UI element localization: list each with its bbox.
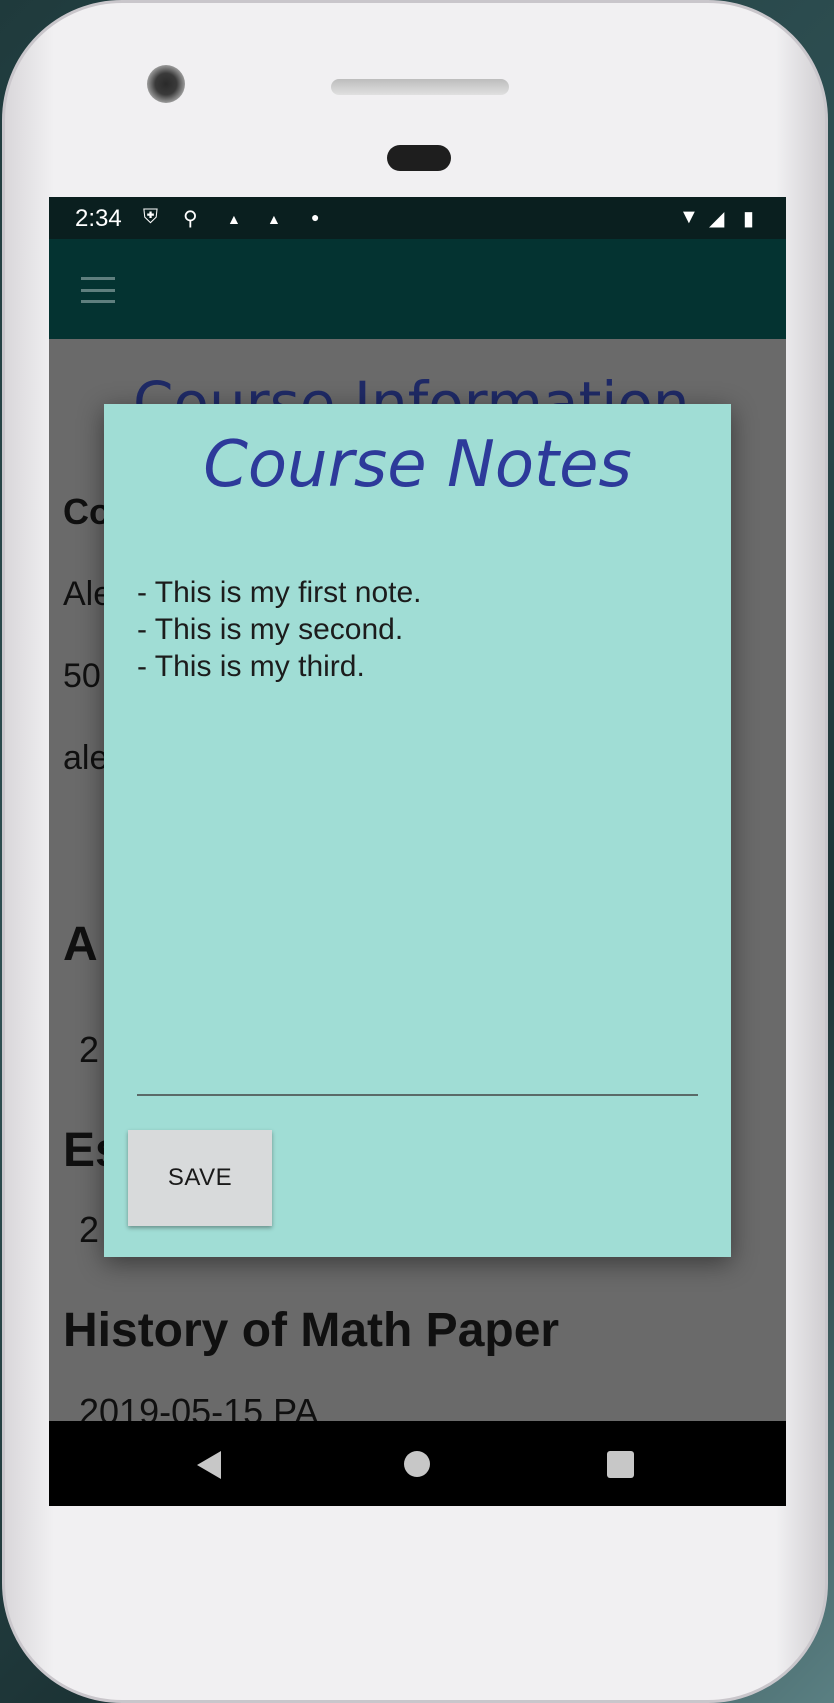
system-nav-bar [49, 1421, 786, 1506]
device-screen: 2:34 ⛨ ⚲ ▲ ▲ ● ▼ ◢ ▮ Course Information … [49, 197, 786, 1506]
phone-frame: 2:34 ⛨ ⚲ ▲ ▲ ● ▼ ◢ ▮ Course Information … [2, 0, 828, 1703]
app-toolbar [49, 239, 786, 339]
battery-icon: ▮ [743, 208, 755, 230]
section-heading: A [63, 918, 98, 971]
front-camera [147, 65, 185, 103]
save-button[interactable]: SAVE [128, 1130, 272, 1226]
graduation-cap-icon: ▲ [267, 211, 281, 227]
dot-icon: ● [311, 209, 320, 225]
bg-partial-label: ale [63, 739, 109, 777]
status-time: 2:34 [75, 205, 122, 232]
cell-signal-icon: ◢ [709, 208, 725, 230]
section-detail: 2 [79, 1209, 100, 1250]
section-heading: History of Math Paper [63, 1304, 560, 1357]
section-detail: 2019-05-15 PA [79, 1391, 319, 1421]
wifi-icon: ▼ [679, 206, 699, 228]
section-detail: 2 [79, 1029, 100, 1070]
proximity-sensor [387, 145, 451, 171]
notes-input[interactable]: - This is my first note. - This is my se… [137, 574, 698, 1096]
back-triangle-icon[interactable] [197, 1451, 221, 1479]
recents-square-icon[interactable] [607, 1451, 634, 1478]
map-pin-icon: ⚲ [183, 208, 198, 230]
home-circle-icon[interactable] [404, 1451, 430, 1477]
bg-partial-label: 50 [63, 657, 101, 695]
hamburger-menu-icon[interactable] [81, 277, 115, 303]
dialog-title: Course Notes [203, 428, 632, 502]
shield-icon: ⛨ [143, 206, 158, 228]
status-bar: 2:34 ⛨ ⚲ ▲ ▲ ● ▼ ◢ ▮ [49, 197, 786, 239]
graduation-cap-icon: ▲ [227, 211, 241, 227]
course-notes-dialog: Course Notes - This is my first note. - … [104, 404, 731, 1257]
earpiece-speaker [331, 79, 509, 95]
